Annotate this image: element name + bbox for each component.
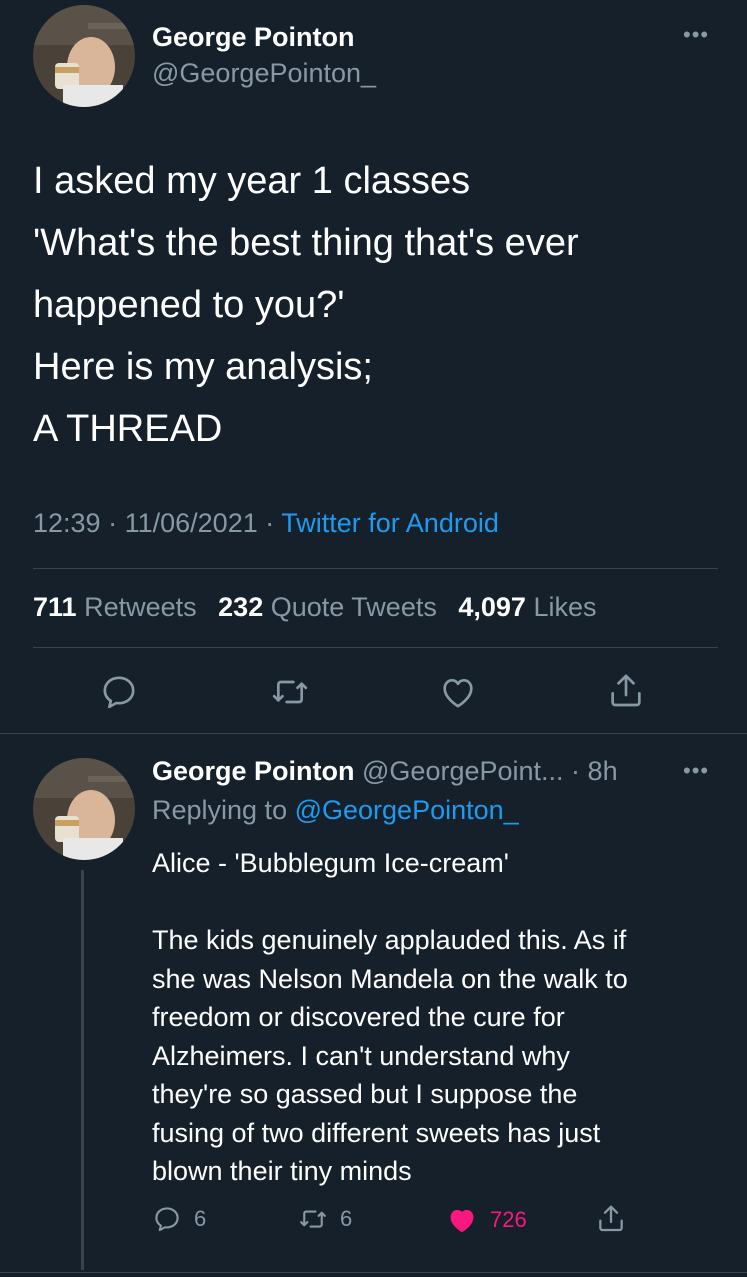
- tweet-text-line: Here is my analysis;: [33, 346, 373, 388]
- reply-age: 8h: [587, 756, 618, 786]
- tweet-text-line: I asked my year 1 classes: [33, 160, 471, 202]
- tweet-text-line: A THREAD: [33, 408, 223, 450]
- share-button[interactable]: [606, 670, 646, 710]
- tweet-text-line: 'What's the best thing that's ever: [33, 222, 579, 264]
- avatar-photo: [33, 5, 135, 107]
- likes-label: Likes: [533, 592, 597, 622]
- more-horizontal-icon[interactable]: •••: [683, 22, 709, 48]
- reply-text-line: freedom or discovered the cure for: [152, 1002, 565, 1032]
- replying-to: Replying to @GeorgePointon_: [152, 795, 519, 826]
- reply-text-line: she was Nelson Mandela on the walk to: [152, 963, 628, 994]
- reply-text-line: Alzheimers. I can't understand why: [152, 1040, 570, 1071]
- reply-header: George Pointon @GeorgePoint... · 8h: [152, 756, 618, 787]
- retweets-count: 711: [33, 592, 77, 622]
- tweet-source-link[interactable]: Twitter for Android: [281, 508, 499, 538]
- reply-text-line: Alice - 'Bubblegum Ice-cream': [152, 848, 509, 878]
- retweet-count: 6: [340, 1206, 353, 1231]
- heart-icon: [443, 679, 473, 708]
- divider: [33, 568, 718, 569]
- author-name[interactable]: George Pointon: [152, 22, 355, 53]
- divider: [0, 1272, 747, 1273]
- meta-separator: ·: [108, 508, 125, 538]
- replying-to-label: Replying to: [152, 795, 288, 825]
- like-button[interactable]: [438, 672, 478, 712]
- share-icon: [599, 1205, 623, 1232]
- avatar[interactable]: [33, 5, 135, 107]
- replying-to-handle[interactable]: @GeorgePointon_: [295, 795, 519, 825]
- retweets-stat[interactable]: 711 Retweets: [33, 592, 197, 622]
- like-count: 726: [490, 1207, 527, 1232]
- reply-reply-button[interactable]: 6: [152, 1204, 206, 1234]
- retweet-icon: [272, 680, 308, 704]
- tweet-date: 11/06/2021: [124, 508, 258, 538]
- reply-text-line: blown their tiny minds: [152, 1156, 412, 1186]
- reply-author-handle[interactable]: @GeorgePoint...: [362, 756, 564, 786]
- reply-text-line: fusing of two different sweets has just: [152, 1117, 601, 1148]
- tweet-time: 12:39: [33, 508, 101, 538]
- retweet-button[interactable]: [270, 672, 310, 712]
- quote-tweets-label: Quote Tweets: [270, 592, 437, 622]
- reply-text-line: they're so gassed but I suppose the: [152, 1079, 578, 1109]
- reply-text-blank-line: [152, 883, 722, 922]
- quote-tweets-count: 232: [218, 592, 264, 622]
- share-icon: [611, 674, 641, 707]
- thread-line: [81, 870, 84, 1270]
- reply-like-button[interactable]: 726: [446, 1204, 527, 1236]
- quote-tweets-stat[interactable]: 232 Quote Tweets: [218, 592, 437, 622]
- reply-icon: [103, 676, 135, 709]
- reply-button[interactable]: [99, 672, 139, 712]
- retweets-label: Retweets: [84, 592, 197, 622]
- likes-stat[interactable]: 4,097 Likes: [458, 592, 596, 622]
- tweet-stats: 711 Retweets 232 Quote Tweets 4,097 Like…: [33, 592, 596, 623]
- heart-icon: [450, 1209, 474, 1233]
- avatar-photo: [33, 758, 135, 860]
- tweet-text-line: happened to you?': [33, 284, 345, 326]
- reply-author-name[interactable]: George Pointon: [152, 756, 355, 786]
- divider: [0, 733, 747, 734]
- reply-text: Alice - 'Bubblegum Ice-cream' The kids g…: [152, 844, 722, 1191]
- reply-icon: [155, 1207, 179, 1232]
- reply-count: 6: [194, 1206, 207, 1231]
- author-handle[interactable]: @GeorgePointon_: [152, 58, 376, 89]
- meta-separator: ·: [571, 756, 588, 786]
- meta-separator: ·: [265, 508, 282, 538]
- retweet-icon: [300, 1210, 326, 1228]
- reply-text-line: The kids genuinely applauded this. As if: [152, 925, 627, 955]
- reply-share-button[interactable]: [595, 1202, 627, 1234]
- more-horizontal-icon[interactable]: •••: [683, 758, 709, 784]
- tweet-text: I asked my year 1 classes 'What's the be…: [33, 150, 713, 460]
- divider: [33, 647, 718, 648]
- likes-count: 4,097: [458, 592, 526, 622]
- avatar[interactable]: [33, 758, 135, 860]
- reply-retweet-button[interactable]: 6: [298, 1204, 352, 1234]
- tweet-meta: 12:39 · 11/06/2021 · Twitter for Android: [33, 508, 499, 539]
